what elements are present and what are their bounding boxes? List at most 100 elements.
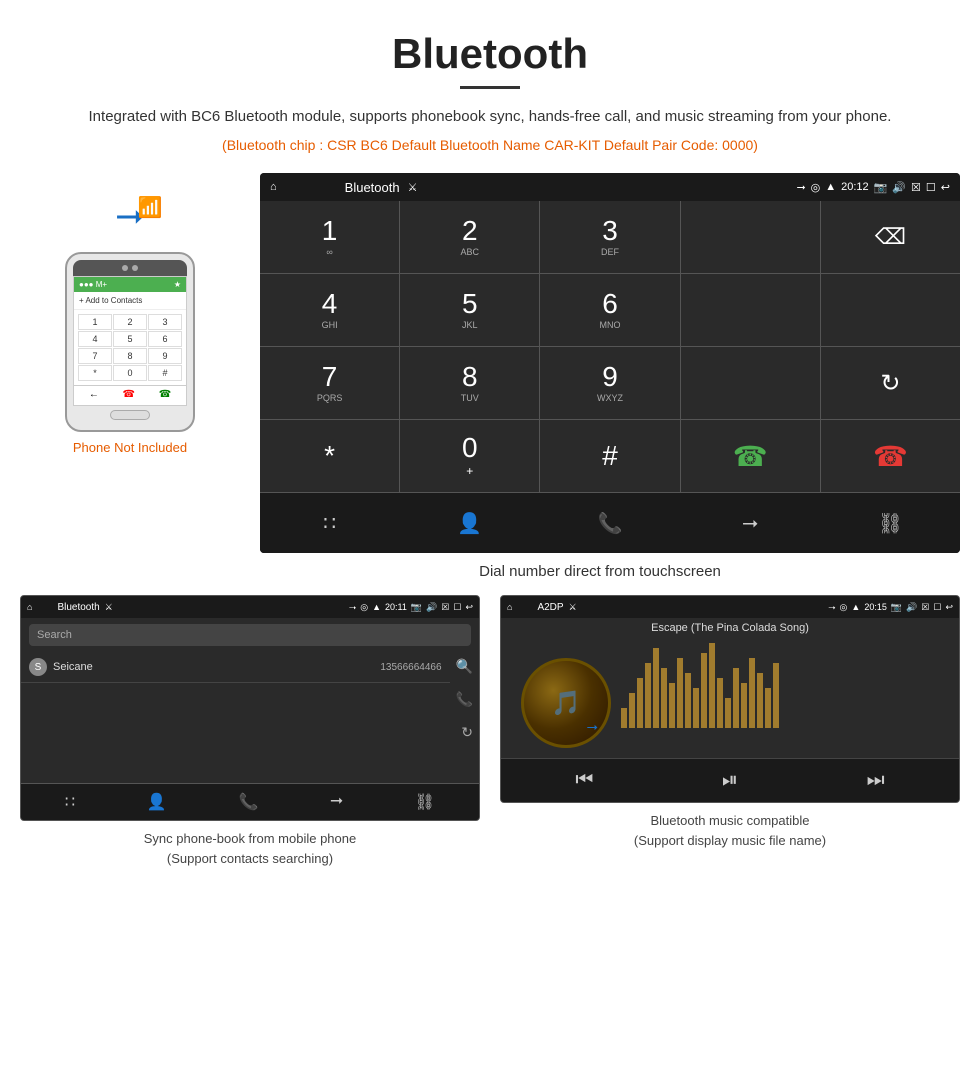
- reload-icon: ↻: [880, 369, 900, 398]
- dial-key-3[interactable]: 3 DEF: [540, 201, 679, 273]
- visualizer-bar: [733, 668, 739, 728]
- phone-key-4: 4: [78, 331, 112, 347]
- mu-time: 20:15: [864, 602, 887, 612]
- visualizer-bar: [701, 653, 707, 728]
- phone-call-btn: ☎: [159, 389, 171, 400]
- mu-close-icon: ☒: [921, 602, 929, 613]
- dial-bottom-nav: ∷ 👤 📞 ⭢ ⛓: [260, 492, 960, 553]
- prev-btn[interactable]: ⏮: [575, 769, 593, 792]
- red-call-icon: ☎: [873, 440, 908, 473]
- dial-empty-4: [681, 347, 820, 419]
- phone-side-icon[interactable]: 📞: [456, 691, 473, 708]
- phone-key-star: *: [78, 365, 112, 381]
- music-controls: ⏮ ⏯ ⏭: [501, 758, 959, 802]
- dial-key-7[interactable]: 7 PQRS: [260, 347, 399, 419]
- dial-key-8[interactable]: 8 TUV: [400, 347, 539, 419]
- visualizer-bar: [637, 678, 643, 728]
- phone-key-6: 6: [148, 331, 182, 347]
- pb-nav-grid[interactable]: ∷: [65, 792, 75, 812]
- contact-area: S Seicane 13566664466 🔍 📞 ↻: [21, 652, 479, 783]
- dial-reload-btn[interactable]: ↻: [821, 347, 960, 419]
- phone-bottom-bar: ← ☎ ☎: [74, 385, 186, 403]
- phone-side: ⭢ 📶 ●●● M+ ★ + Add to Contacts 1: [20, 163, 240, 455]
- pb-bt-icon: ⭢: [349, 602, 356, 613]
- green-call-icon: ☎: [733, 440, 768, 473]
- phone-screen: ●●● M+ ★ + Add to Contacts 1 2 3 4 5 6 7…: [73, 276, 187, 406]
- dial-call-red-btn[interactable]: ☎: [821, 420, 960, 492]
- visualizer-bar: [693, 688, 699, 728]
- dial-call-green-btn[interactable]: ☎: [681, 420, 820, 492]
- nav-grid-btn[interactable]: ∷: [260, 493, 399, 553]
- music-visualizer: [611, 638, 959, 738]
- dial-empty-3: [821, 274, 960, 346]
- mu-cam-icon: 📷: [891, 602, 902, 613]
- next-btn[interactable]: ⏭: [867, 769, 885, 792]
- visualizer-bar: [773, 663, 779, 728]
- dial-delete-btn[interactable]: ⌫: [821, 201, 960, 273]
- status-time: 20:12: [841, 181, 869, 193]
- phone-icon: 📞: [598, 511, 623, 536]
- pb-nav-link[interactable]: ⛓: [415, 792, 435, 812]
- dial-key-1[interactable]: 1 ∞: [260, 201, 399, 273]
- dial-key-star[interactable]: *: [260, 420, 399, 492]
- phone-key-9: 9: [148, 348, 182, 364]
- mu-vol-icon: 🔊: [906, 602, 917, 613]
- phone-key-3: 3: [148, 314, 182, 330]
- music-status-bar: ⌂ A2DP ⚔ ⭢ ◎ ▲ 20:15 📷 🔊 ☒ ☐ ↩: [501, 596, 959, 618]
- delete-icon: ⌫: [875, 224, 906, 250]
- page-title: Bluetooth: [60, 30, 920, 78]
- home-icon: ⌂: [270, 181, 277, 193]
- person-icon: 👤: [457, 511, 482, 536]
- dial-key-5[interactable]: 5 JKL: [400, 274, 539, 346]
- dial-key-hash[interactable]: #: [540, 420, 679, 492]
- pb-nav-phone[interactable]: 📞: [239, 792, 259, 812]
- phone-key-8: 8: [113, 348, 147, 364]
- mu-usb-icon: ⚔: [569, 602, 577, 613]
- mu-back-icon: ↩: [945, 602, 953, 613]
- mu-win-icon: ☐: [933, 602, 941, 613]
- contact-name: Seicane: [53, 661, 93, 673]
- contact-row: S Seicane 13566664466: [21, 652, 450, 683]
- music-note-icon: 🎵: [551, 689, 581, 718]
- music-block: ⌂ A2DP ⚔ ⭢ ◎ ▲ 20:15 📷 🔊 ☒ ☐ ↩ Escape (T…: [500, 595, 960, 868]
- contacts-list: S Seicane 13566664466: [21, 652, 450, 783]
- visualizer-bar: [621, 708, 627, 728]
- pb-back-icon: ↩: [465, 602, 473, 613]
- nav-contacts-btn[interactable]: 👤: [400, 493, 539, 553]
- visualizer-bar: [669, 683, 675, 728]
- visualizer-bar: [677, 658, 683, 728]
- nav-phone-btn[interactable]: 📞: [540, 493, 679, 553]
- dial-key-0[interactable]: 0 +: [400, 420, 539, 492]
- phonebook-search[interactable]: Search: [29, 624, 471, 646]
- phone-speaker: [122, 265, 128, 271]
- dial-key-6[interactable]: 6 MNO: [540, 274, 679, 346]
- visualizer-bar: [653, 648, 659, 728]
- contact-avatar: S: [29, 658, 47, 676]
- search-placeholder: Search: [37, 629, 72, 641]
- link-icon: ⛓: [878, 511, 903, 536]
- bt-nav-icon: ⭢: [742, 512, 758, 535]
- dial-key-4[interactable]: 4 GHI: [260, 274, 399, 346]
- reload-side-icon[interactable]: ↻: [461, 724, 473, 741]
- pb-nav-person[interactable]: 👤: [147, 792, 167, 812]
- pb-nav-bt[interactable]: ⭢: [330, 792, 343, 812]
- phone-not-included-label: Phone Not Included: [73, 440, 187, 455]
- phone-key-0: 0: [113, 365, 147, 381]
- album-bt-icon: ⭢: [587, 718, 598, 735]
- dial-empty-2: [681, 274, 820, 346]
- visualizer-bar: [757, 673, 763, 728]
- dial-key-2[interactable]: 2 ABC: [400, 201, 539, 273]
- nav-link-btn[interactable]: ⛓: [821, 493, 960, 553]
- mu-bt-icon: ⭢: [828, 602, 835, 613]
- nav-bt-btn[interactable]: ⭢: [681, 493, 820, 553]
- search-side-icon[interactable]: 🔍: [456, 658, 473, 675]
- pb-usb-icon: ⚔: [105, 602, 113, 613]
- android-dial-screen: ⌂ Bluetooth ⚔ ⭢ ◎ ▲ 20:12 📷 🔊 ☒ ☐ ↩: [260, 173, 960, 553]
- dial-key-9[interactable]: 9 WXYZ: [540, 347, 679, 419]
- visualizer-bar: [717, 678, 723, 728]
- visualizer-bar: [685, 673, 691, 728]
- mu-home-icon: ⌂: [507, 602, 512, 612]
- play-pause-btn[interactable]: ⏯: [722, 769, 738, 792]
- visualizer-bar: [661, 668, 667, 728]
- mu-title: A2DP: [537, 602, 563, 613]
